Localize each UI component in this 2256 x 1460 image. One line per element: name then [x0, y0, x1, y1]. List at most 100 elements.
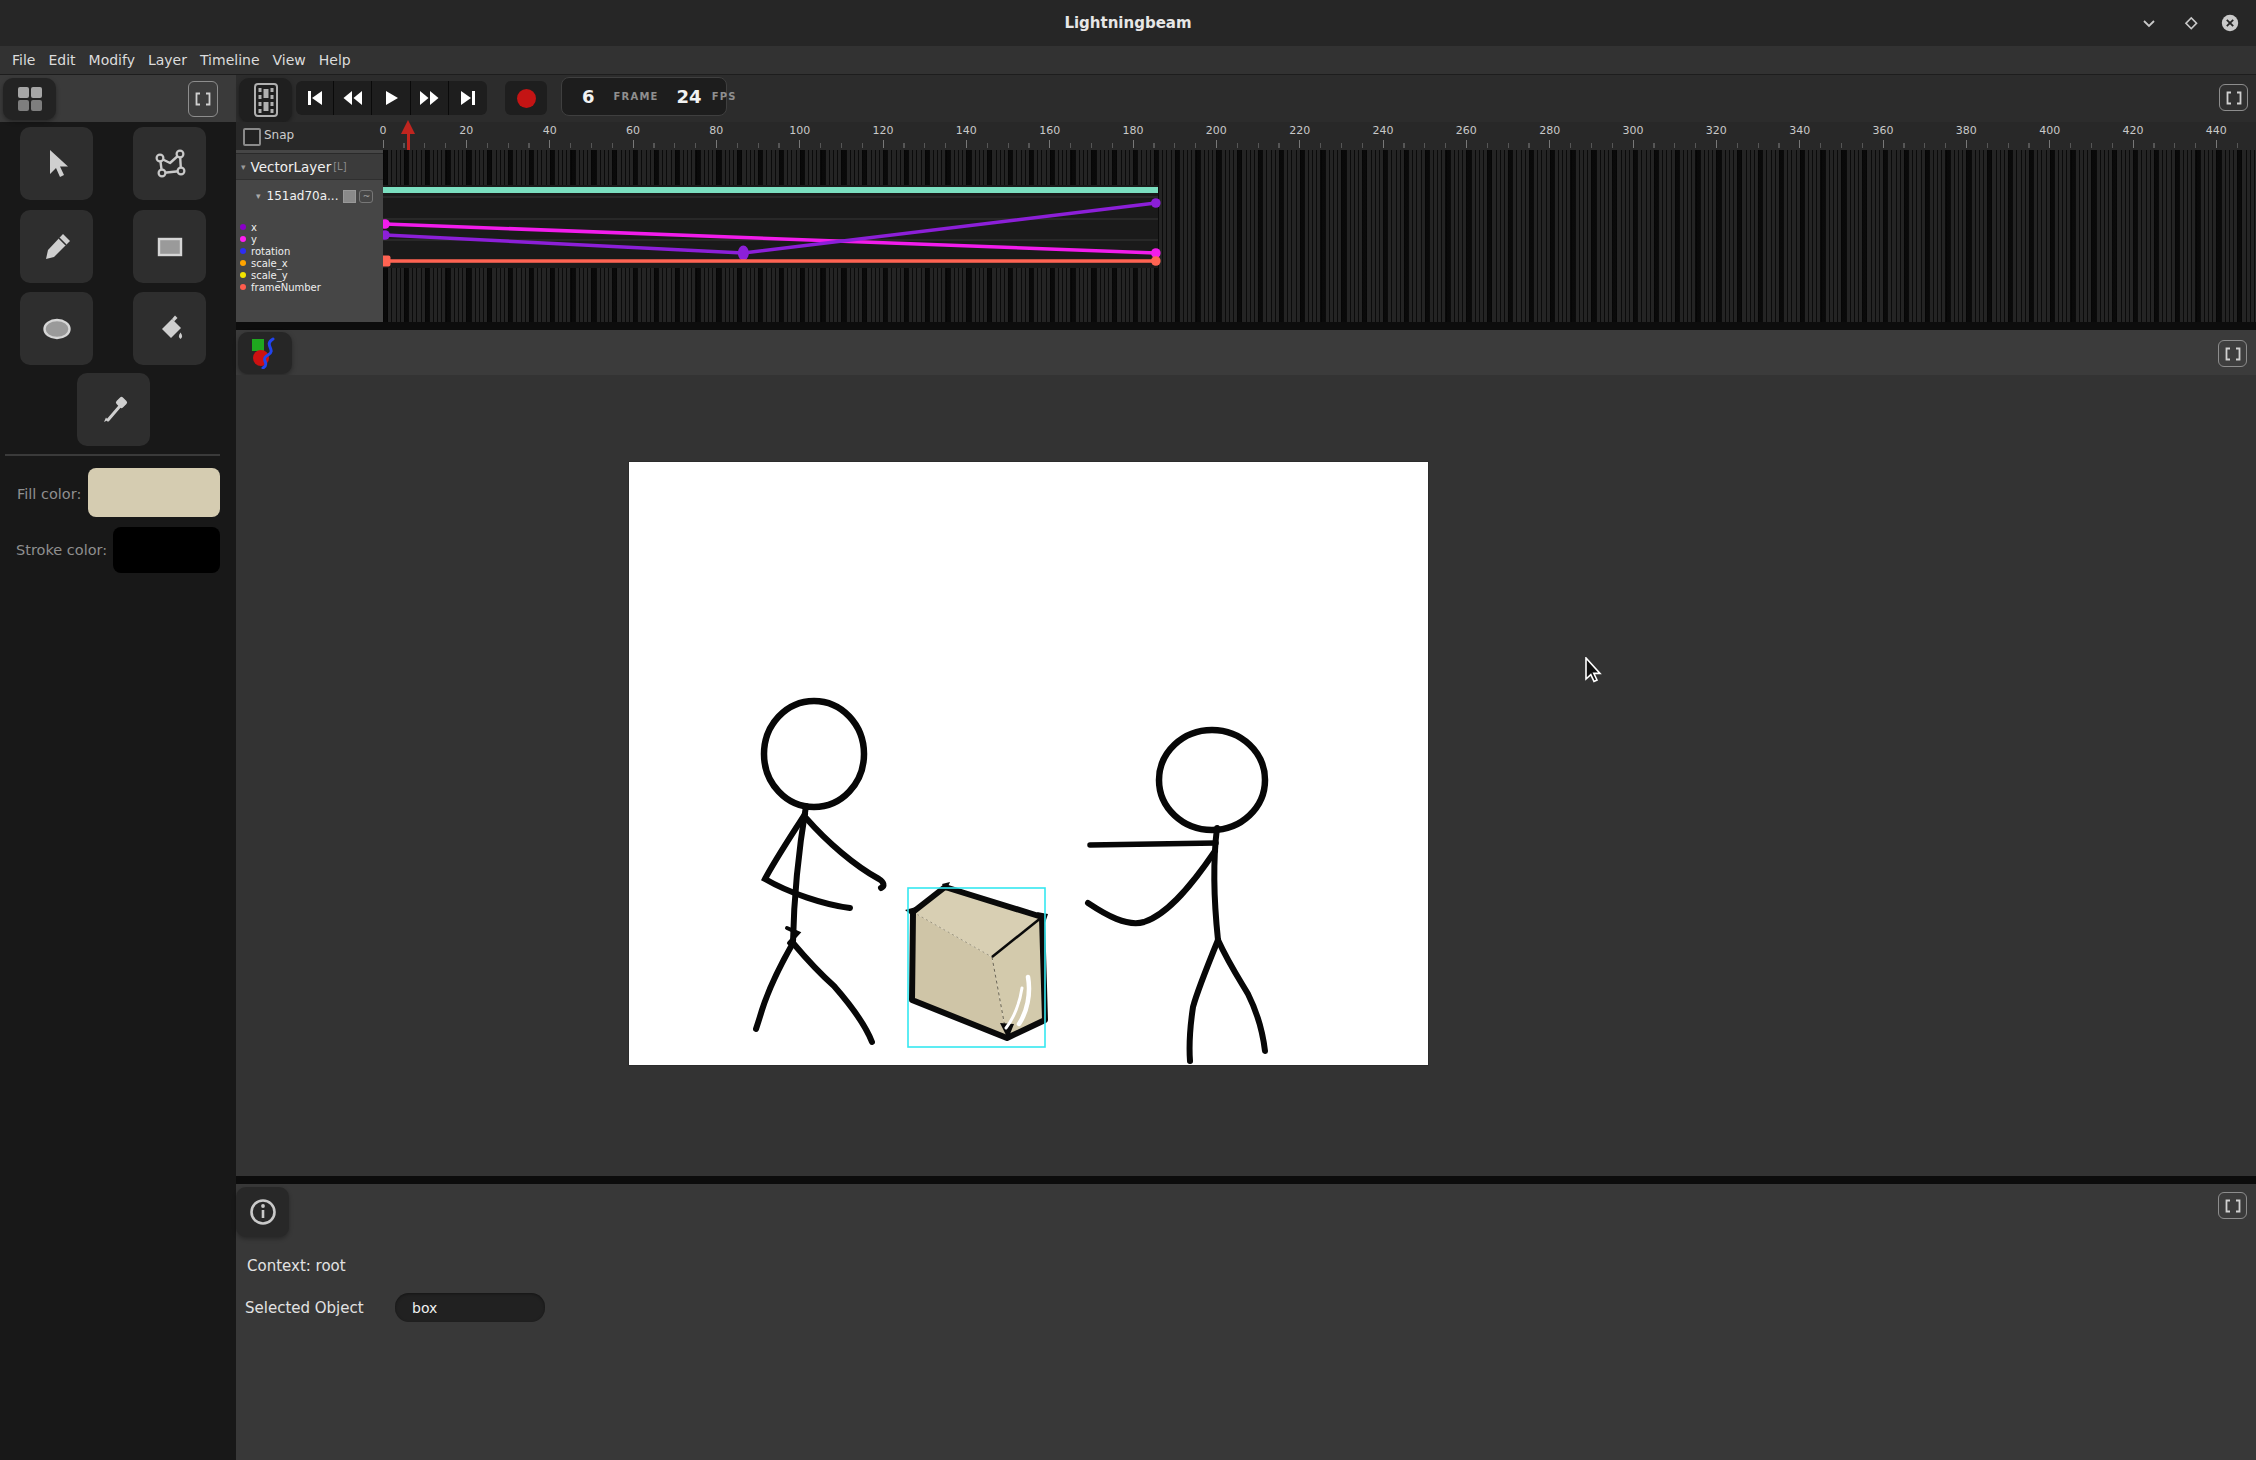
keyframe-curves — [383, 150, 2256, 322]
tool-panel-expand-button[interactable] — [188, 81, 218, 117]
box-object[interactable] — [905, 882, 1048, 1039]
keyframe-frameNumber[interactable] — [383, 256, 391, 267]
stroke-color-swatch[interactable] — [113, 527, 220, 573]
stage-logo-button[interactable] — [238, 332, 292, 374]
tool-select[interactable] — [20, 127, 93, 200]
tool-transform[interactable] — [133, 127, 206, 200]
object-row[interactable]: ▾ 151ad70a... ~ — [236, 185, 383, 207]
ruler-tick — [2174, 143, 2175, 148]
keyframe-x[interactable] — [738, 246, 749, 261]
menu-edit[interactable]: Edit — [48, 52, 75, 68]
property-color-dot — [240, 224, 246, 230]
frame-value: 6 — [582, 86, 595, 107]
ruler-tick — [2133, 140, 2134, 148]
property-row-rotation[interactable]: rotation — [236, 245, 383, 257]
layer-row-vectorlayer[interactable]: ▾ VectorLayer [L] — [236, 153, 383, 180]
property-row-scale_y[interactable]: scale_y — [236, 269, 383, 281]
ruler-tick — [820, 143, 821, 148]
ruler-tick — [1216, 140, 1217, 148]
menu-file[interactable]: File — [12, 52, 35, 68]
keyframe-frameNumber[interactable] — [1151, 256, 1161, 266]
snap-checkbox[interactable] — [243, 128, 261, 146]
fill-color-swatch[interactable] — [88, 468, 220, 517]
ruler-tick — [466, 140, 467, 148]
playhead-handle[interactable] — [401, 120, 415, 134]
keyframe-x[interactable] — [383, 230, 390, 240]
ellipse-icon — [37, 309, 77, 349]
ruler-label: 380 — [1946, 124, 1986, 137]
ruler-tick — [2070, 143, 2071, 148]
ruler-tick — [1112, 143, 1113, 148]
fast-forward-button[interactable] — [411, 81, 449, 115]
tool-pencil[interactable] — [20, 210, 93, 283]
ruler-label: 420 — [2113, 124, 2153, 137]
maximize-button[interactable] — [2182, 14, 2200, 32]
selected-object-input[interactable]: box — [395, 1293, 545, 1322]
minimize-button[interactable] — [2140, 14, 2158, 32]
ruler-tick — [1924, 143, 1925, 148]
property-color-dot — [240, 272, 246, 278]
property-row-y[interactable]: y — [236, 233, 383, 245]
ruler-tick — [737, 143, 738, 148]
play-button[interactable] — [372, 81, 410, 115]
timeline-expand-button[interactable] — [2219, 84, 2248, 111]
tool-ellipse[interactable] — [20, 292, 93, 365]
ruler-tick — [591, 143, 592, 148]
layer-visibility-toggle[interactable] — [343, 190, 356, 203]
ruler-tick — [1966, 140, 1967, 148]
ruler-tick — [1883, 140, 1884, 148]
tool-panel-divider — [5, 454, 220, 456]
stage-expand-button[interactable] — [2218, 340, 2247, 367]
info-button[interactable] — [236, 1187, 289, 1237]
skip-end-button[interactable] — [449, 81, 487, 115]
menu-help[interactable]: Help — [319, 52, 351, 68]
tool-paint-bucket[interactable] — [133, 292, 206, 365]
collapse-triangle-icon[interactable]: ▾ — [241, 162, 246, 172]
tool-rectangle[interactable] — [133, 210, 206, 283]
film-button[interactable] — [239, 78, 292, 122]
stick-figure-left[interactable] — [756, 701, 883, 1042]
layer-tilde-button[interactable]: ~ — [359, 190, 373, 203]
stick-figure-right[interactable] — [1088, 730, 1265, 1061]
stage-canvas[interactable] — [629, 462, 1428, 1065]
collapse-triangle-icon[interactable]: ▾ — [256, 191, 261, 201]
ruler-tick — [924, 143, 925, 148]
ruler-tick — [674, 143, 675, 148]
ruler-tick — [1278, 143, 1279, 148]
playhead[interactable] — [407, 133, 410, 150]
ruler-tick — [945, 143, 946, 148]
keyframe-x[interactable] — [1151, 198, 1161, 208]
ruler-tick — [1758, 143, 1759, 148]
ruler-tick — [487, 143, 488, 148]
menu-timeline[interactable]: Timeline — [200, 52, 260, 68]
ruler-tick — [778, 143, 779, 148]
ruler-label: 300 — [1613, 124, 1653, 137]
ruler-tick — [2153, 143, 2154, 148]
skip-start-button[interactable] — [296, 81, 334, 115]
timeline-ruler[interactable]: 0204060801001201401601802002202402602803… — [383, 122, 2256, 150]
expand-icon — [2225, 347, 2241, 361]
tool-eyedropper[interactable] — [77, 373, 150, 446]
apps-grid-button[interactable] — [3, 78, 56, 120]
record-button[interactable] — [505, 81, 547, 115]
stage-header — [236, 330, 2256, 375]
property-row-scale_x[interactable]: scale_x — [236, 257, 383, 269]
ruler-label: 100 — [780, 124, 820, 137]
ruler-tick — [1716, 140, 1717, 148]
keyframe-y[interactable] — [383, 219, 390, 229]
property-color-dot — [240, 260, 246, 266]
expand-icon — [2225, 1199, 2241, 1213]
close-button[interactable] — [2221, 14, 2239, 32]
menu-view[interactable]: View — [273, 52, 306, 68]
menu-layer[interactable]: Layer — [148, 52, 187, 68]
ruler-tick — [2028, 143, 2029, 148]
menu-modify[interactable]: Modify — [89, 52, 135, 68]
property-row-x[interactable]: x — [236, 221, 383, 233]
inspector-expand-button[interactable] — [2218, 1192, 2247, 1219]
ruler-label: 280 — [1530, 124, 1570, 137]
rewind-button[interactable] — [334, 81, 372, 115]
property-name: frameNumber — [251, 282, 321, 293]
ruler-tick — [903, 143, 904, 148]
property-row-frameNumber[interactable]: frameNumber — [236, 281, 383, 293]
ruler-tick — [695, 143, 696, 148]
